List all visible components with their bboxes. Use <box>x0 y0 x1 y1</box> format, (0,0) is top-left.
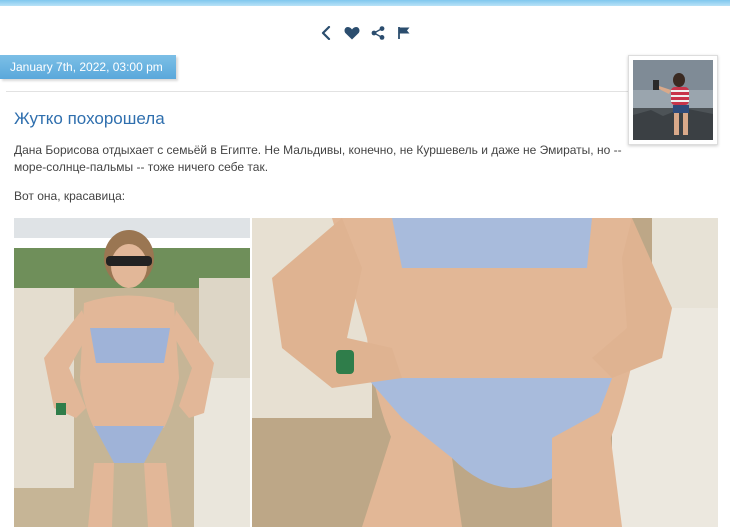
post-date-badge: January 7th, 2022, 03:00 pm <box>0 55 176 79</box>
share-icon[interactable] <box>370 24 386 42</box>
heart-icon[interactable] <box>344 24 360 42</box>
post-toolbar <box>318 22 418 44</box>
author-avatar[interactable] <box>628 55 718 145</box>
flag-icon[interactable] <box>396 24 412 42</box>
photo-full-body <box>14 218 250 527</box>
top-accent-bar <box>0 0 730 6</box>
header-divider <box>6 91 628 92</box>
post-photo[interactable] <box>14 218 718 527</box>
back-icon[interactable] <box>318 24 334 42</box>
post-caption-text: Вот она, красавица: <box>14 189 126 203</box>
avatar-image <box>633 60 713 140</box>
photo-closeup <box>252 218 718 527</box>
post-body-text: Дана Борисова отдыхает с семьёй в Египте… <box>14 143 622 174</box>
post-title[interactable]: Жутко похорошела <box>14 109 165 129</box>
